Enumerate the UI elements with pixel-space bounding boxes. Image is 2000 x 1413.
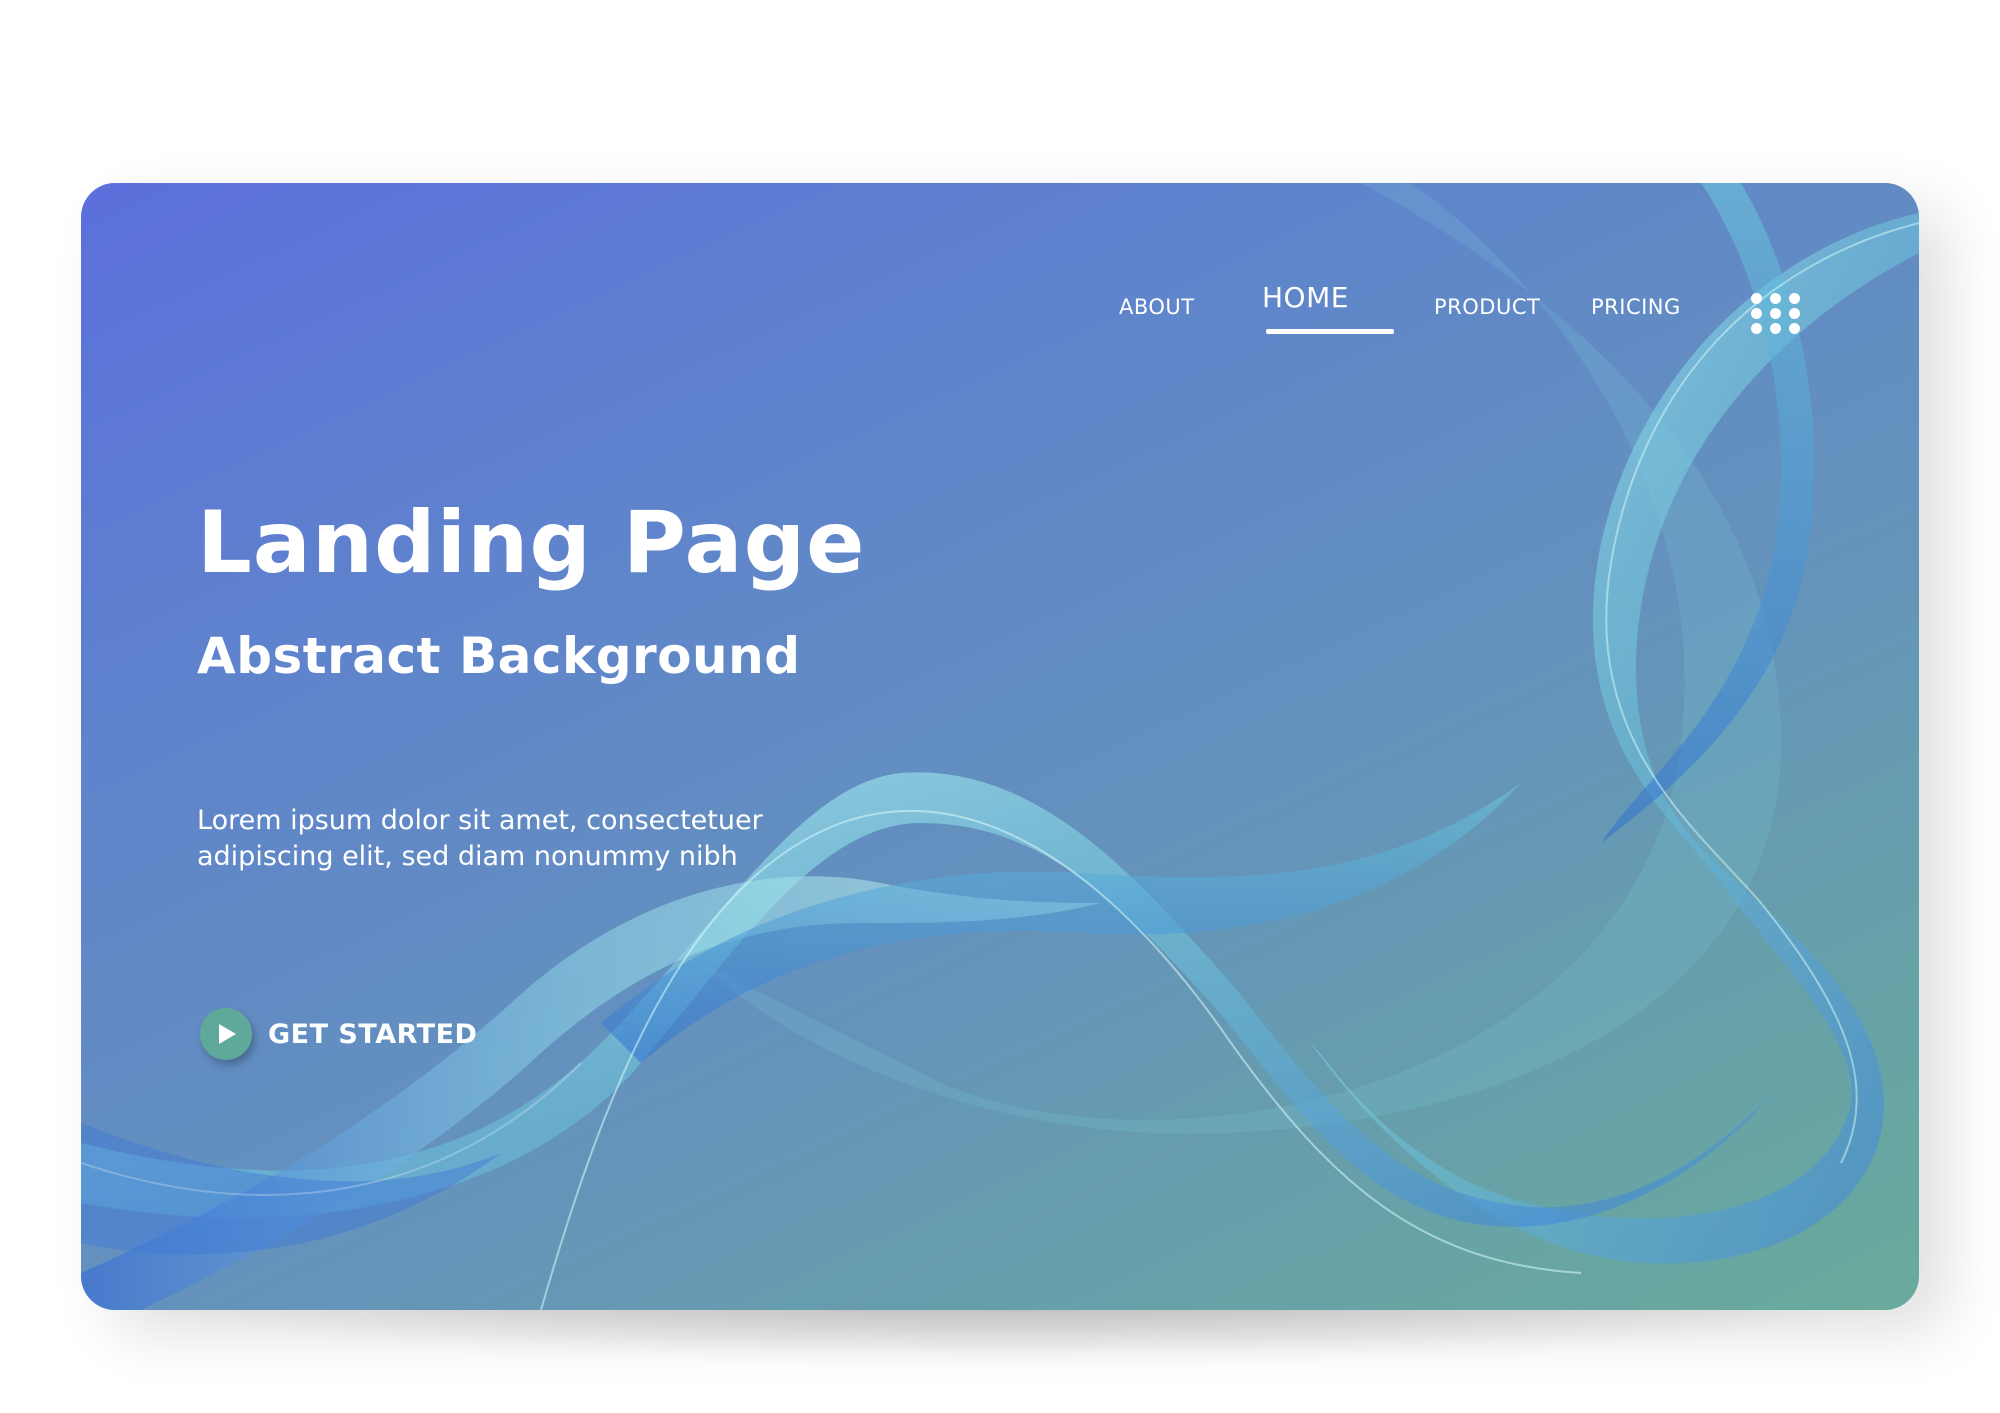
page: ABOUT HOME PRODUCT PRICING Landing Page … [0, 0, 2000, 1413]
play-icon [219, 1024, 236, 1044]
hero-description-line-2: adipiscing elit, sed diam nonummy nibh [197, 841, 738, 872]
hero-subtitle: Abstract Background [197, 627, 801, 685]
hero-description-line-1: Lorem ipsum dolor sit amet, consectetuer [197, 805, 763, 836]
get-started-button[interactable]: GET STARTED [200, 1005, 477, 1063]
hero-description: Lorem ipsum dolor sit amet, consectetuer… [197, 803, 897, 875]
nav-item-pricing[interactable]: PRICING [1591, 295, 1681, 319]
nav-item-about[interactable]: ABOUT [1119, 295, 1195, 319]
active-nav-underline [1266, 329, 1394, 334]
landing-card: ABOUT HOME PRODUCT PRICING Landing Page … [81, 183, 1919, 1310]
hero-title: Landing Page [197, 493, 866, 593]
cta-circle[interactable] [200, 1008, 252, 1060]
nav-item-home[interactable]: HOME [1262, 281, 1349, 314]
top-navigation: ABOUT HOME PRODUCT PRICING [81, 273, 1919, 335]
grid-dots-icon[interactable] [1751, 293, 1803, 335]
abstract-wave-background [81, 183, 1919, 1310]
get-started-label: GET STARTED [268, 1018, 478, 1050]
nav-item-product[interactable]: PRODUCT [1434, 295, 1540, 319]
